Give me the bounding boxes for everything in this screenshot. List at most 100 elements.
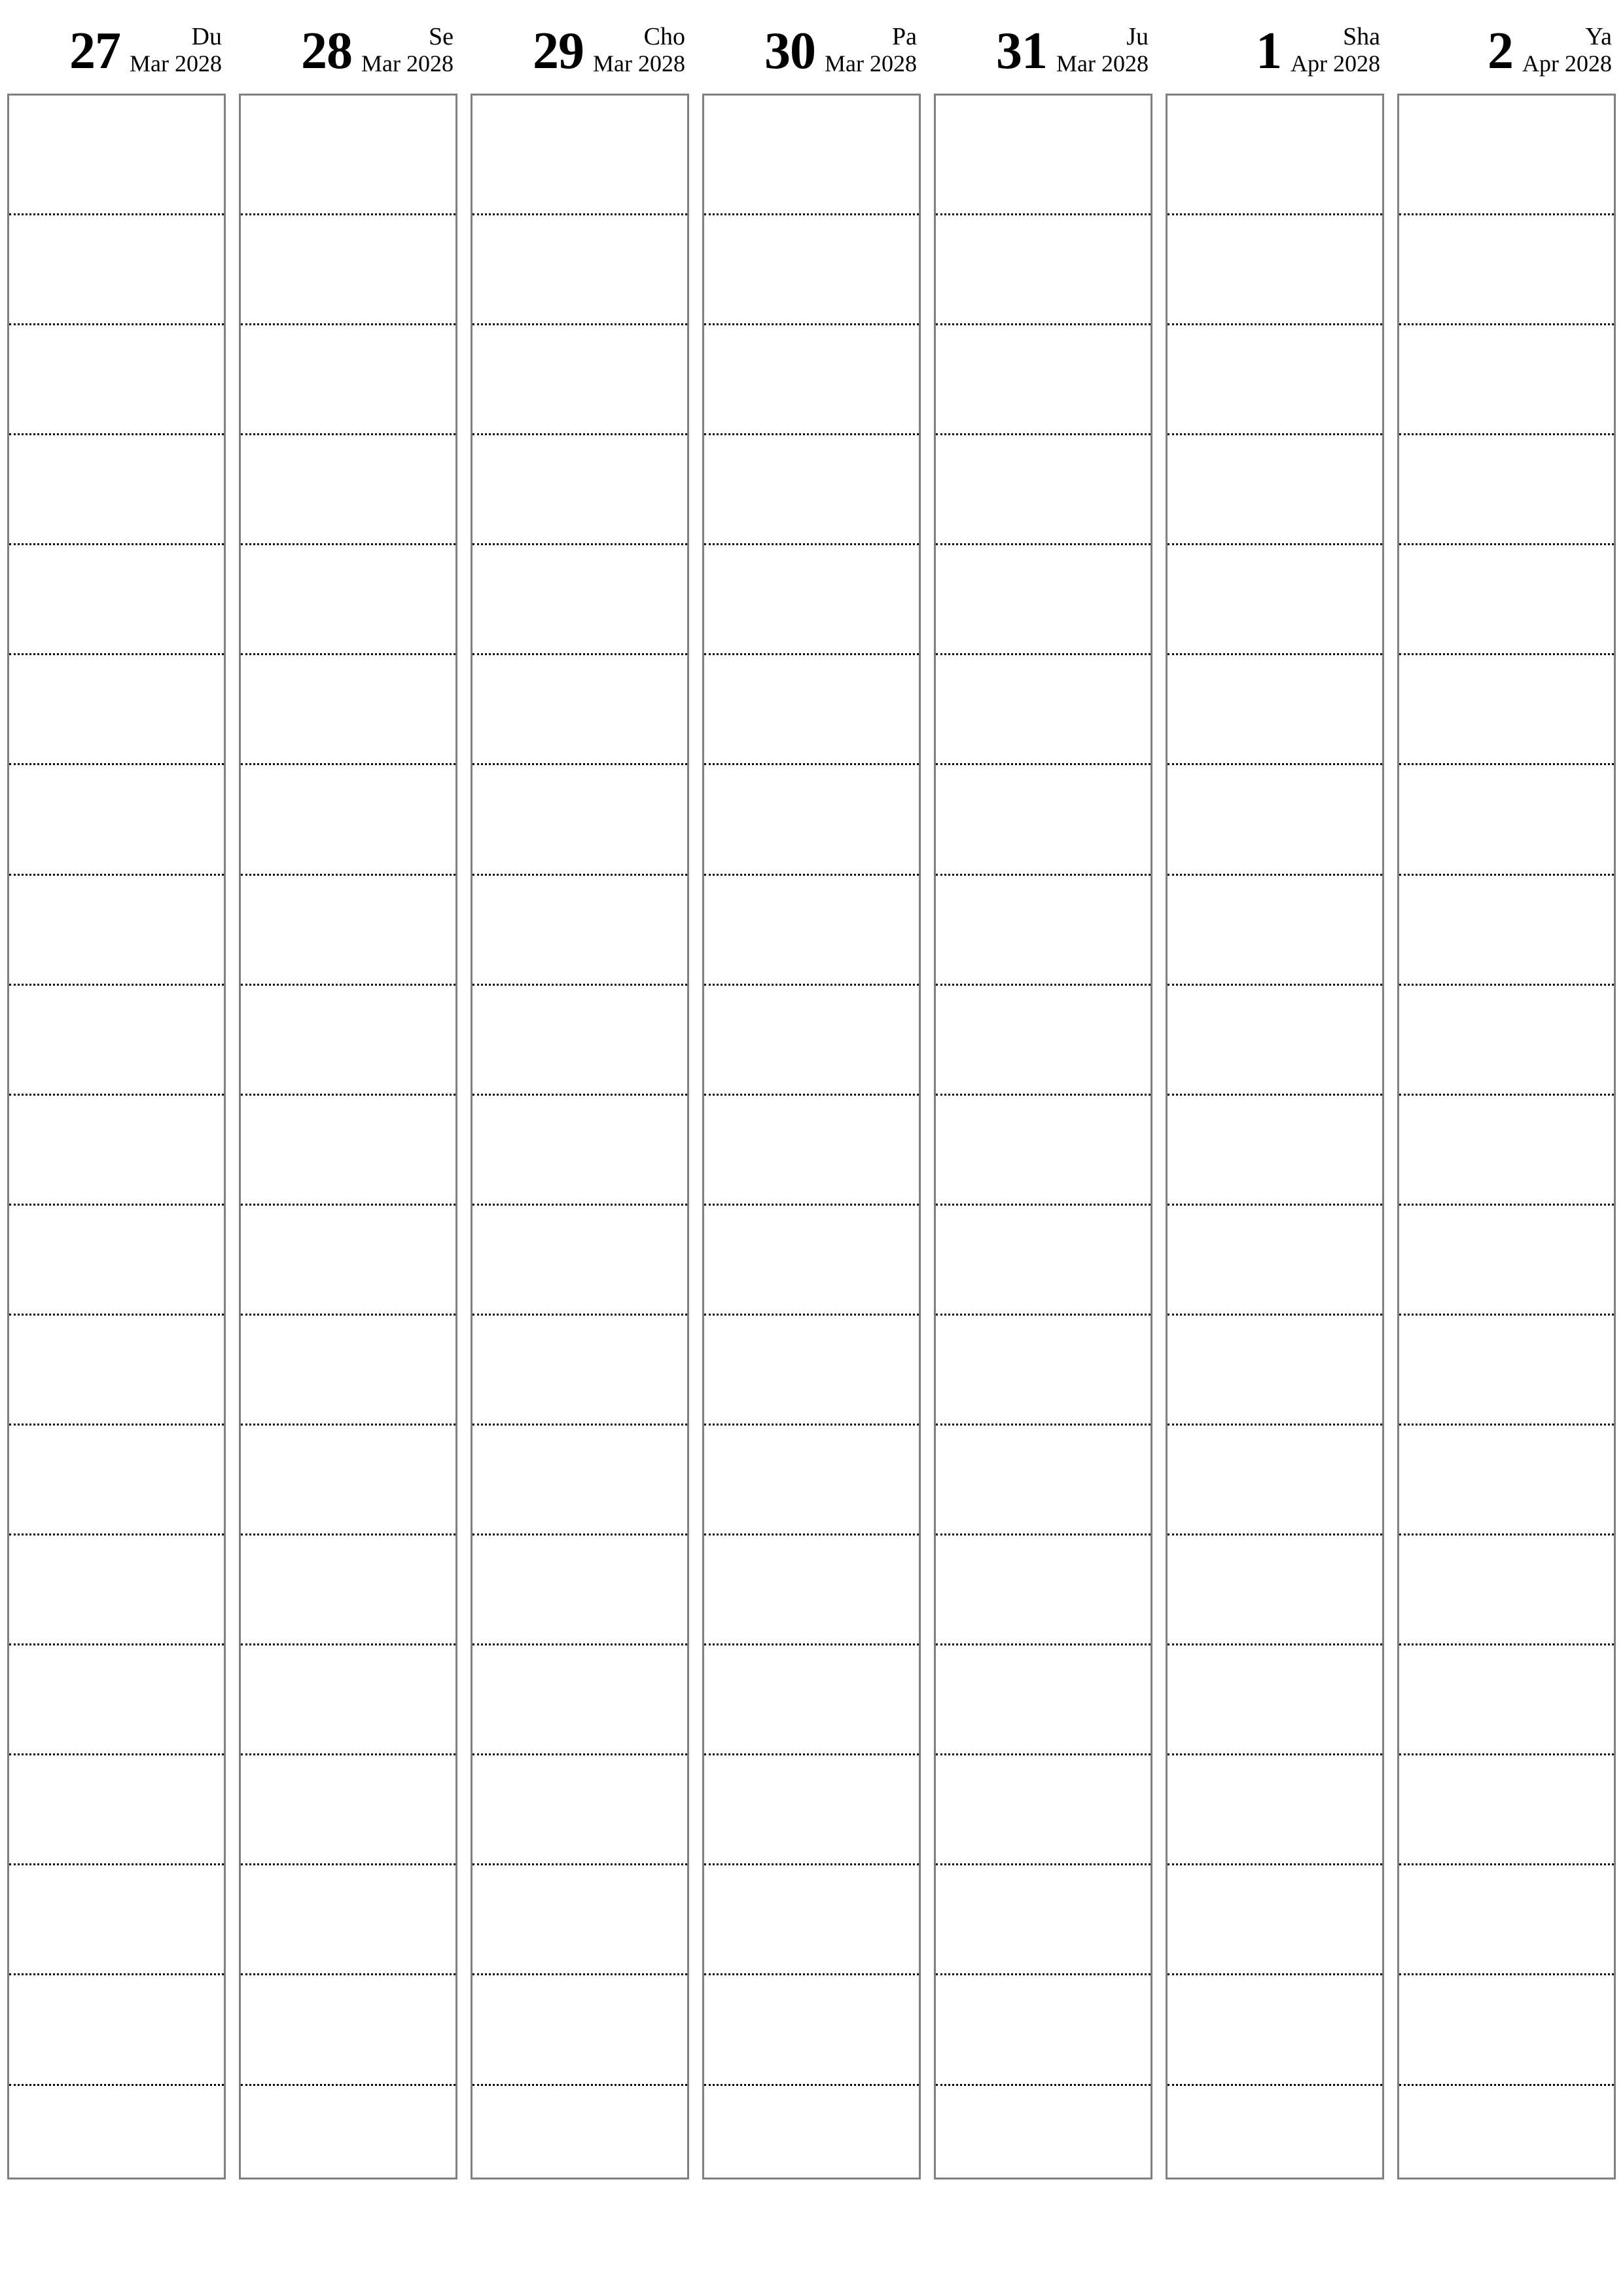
day-column-2[interactable] <box>1397 94 1616 2179</box>
day-entry-slot[interactable] <box>1399 215 1614 326</box>
day-entry-slot[interactable] <box>1399 1975 1614 2086</box>
day-entry-slot[interactable] <box>1168 655 1382 766</box>
day-entry-slot[interactable] <box>1399 1206 1614 1316</box>
day-entry-slot[interactable] <box>473 1755 687 1866</box>
day-entry-slot[interactable] <box>936 325 1150 436</box>
day-entry-slot[interactable] <box>704 325 919 436</box>
day-entry-slot[interactable] <box>1399 1426 1614 1536</box>
day-entry-slot[interactable] <box>473 876 687 986</box>
day-column-30[interactable] <box>702 94 921 2179</box>
day-entry-slot[interactable] <box>241 1096 455 1206</box>
day-entry-slot[interactable] <box>241 215 455 326</box>
day-entry-slot[interactable] <box>473 1426 687 1536</box>
day-entry-slot[interactable] <box>936 876 1150 986</box>
day-entry-slot[interactable] <box>1399 545 1614 656</box>
day-entry-slot[interactable] <box>936 1316 1150 1426</box>
day-entry-slot[interactable] <box>9 876 224 986</box>
day-entry-slot[interactable] <box>241 655 455 766</box>
day-entry-slot[interactable] <box>704 1206 919 1316</box>
day-entry-slot[interactable] <box>936 1975 1150 2086</box>
day-entry-slot[interactable] <box>1399 1755 1614 1866</box>
day-entry-slot[interactable] <box>1168 545 1382 656</box>
day-entry-slot[interactable] <box>9 1206 224 1316</box>
day-entry-slot[interactable] <box>9 1096 224 1206</box>
day-entry-slot[interactable] <box>704 1096 919 1206</box>
day-entry-slot[interactable] <box>1168 2086 1382 2178</box>
day-column-29[interactable] <box>471 94 689 2179</box>
day-entry-slot[interactable] <box>936 765 1150 876</box>
day-entry-slot[interactable] <box>9 655 224 766</box>
day-entry-slot[interactable] <box>1168 1535 1382 1646</box>
day-column-27[interactable] <box>7 94 226 2179</box>
day-entry-slot[interactable] <box>1168 435 1382 546</box>
day-entry-slot[interactable] <box>473 2086 687 2178</box>
day-entry-slot[interactable] <box>241 1316 455 1426</box>
day-entry-slot[interactable] <box>9 1535 224 1646</box>
day-entry-slot[interactable] <box>704 1426 919 1536</box>
day-entry-slot[interactable] <box>9 1645 224 1756</box>
day-entry-slot[interactable] <box>1399 986 1614 1096</box>
day-entry-slot[interactable] <box>936 1865 1150 1976</box>
day-column-31[interactable] <box>934 94 1152 2179</box>
day-entry-slot[interactable] <box>241 1426 455 1536</box>
day-entry-slot[interactable] <box>9 1865 224 1976</box>
day-entry-slot[interactable] <box>1168 96 1382 215</box>
day-entry-slot[interactable] <box>9 545 224 656</box>
day-entry-slot[interactable] <box>241 1865 455 1976</box>
day-entry-slot[interactable] <box>704 2086 919 2178</box>
day-entry-slot[interactable] <box>704 1645 919 1756</box>
day-entry-slot[interactable] <box>473 325 687 436</box>
day-entry-slot[interactable] <box>241 325 455 436</box>
day-entry-slot[interactable] <box>9 96 224 215</box>
day-entry-slot[interactable] <box>1168 215 1382 326</box>
day-entry-slot[interactable] <box>473 215 687 326</box>
day-entry-slot[interactable] <box>473 1645 687 1756</box>
day-entry-slot[interactable] <box>241 2086 455 2178</box>
day-entry-slot[interactable] <box>1168 1755 1382 1866</box>
day-entry-slot[interactable] <box>473 1316 687 1426</box>
day-entry-slot[interactable] <box>704 986 919 1096</box>
day-entry-slot[interactable] <box>704 655 919 766</box>
day-entry-slot[interactable] <box>473 1535 687 1646</box>
day-entry-slot[interactable] <box>241 765 455 876</box>
day-entry-slot[interactable] <box>9 2086 224 2178</box>
day-entry-slot[interactable] <box>241 1755 455 1866</box>
day-entry-slot[interactable] <box>241 435 455 546</box>
day-entry-slot[interactable] <box>241 1535 455 1646</box>
day-entry-slot[interactable] <box>936 435 1150 546</box>
day-entry-slot[interactable] <box>473 435 687 546</box>
day-entry-slot[interactable] <box>473 1975 687 2086</box>
day-entry-slot[interactable] <box>241 1206 455 1316</box>
day-entry-slot[interactable] <box>704 215 919 326</box>
day-entry-slot[interactable] <box>704 1535 919 1646</box>
day-column-28[interactable] <box>239 94 457 2179</box>
day-entry-slot[interactable] <box>473 655 687 766</box>
day-entry-slot[interactable] <box>1399 96 1614 215</box>
day-entry-slot[interactable] <box>473 96 687 215</box>
day-entry-slot[interactable] <box>241 1645 455 1756</box>
day-entry-slot[interactable] <box>936 1535 1150 1646</box>
day-entry-slot[interactable] <box>9 765 224 876</box>
day-entry-slot[interactable] <box>704 435 919 546</box>
day-entry-slot[interactable] <box>241 96 455 215</box>
day-entry-slot[interactable] <box>1399 1316 1614 1426</box>
day-entry-slot[interactable] <box>1399 1096 1614 1206</box>
day-entry-slot[interactable] <box>9 1426 224 1536</box>
day-entry-slot[interactable] <box>9 435 224 546</box>
day-entry-slot[interactable] <box>1399 655 1614 766</box>
day-entry-slot[interactable] <box>1168 1645 1382 1756</box>
day-entry-slot[interactable] <box>936 545 1150 656</box>
day-entry-slot[interactable] <box>1168 1865 1382 1976</box>
day-entry-slot[interactable] <box>936 986 1150 1096</box>
day-entry-slot[interactable] <box>704 876 919 986</box>
day-entry-slot[interactable] <box>9 325 224 436</box>
day-entry-slot[interactable] <box>1168 1316 1382 1426</box>
day-entry-slot[interactable] <box>936 96 1150 215</box>
day-entry-slot[interactable] <box>936 1426 1150 1536</box>
day-entry-slot[interactable] <box>1399 2086 1614 2178</box>
day-entry-slot[interactable] <box>936 655 1150 766</box>
day-entry-slot[interactable] <box>473 1206 687 1316</box>
day-entry-slot[interactable] <box>1399 1865 1614 1976</box>
day-entry-slot[interactable] <box>241 545 455 656</box>
day-entry-slot[interactable] <box>1168 1206 1382 1316</box>
